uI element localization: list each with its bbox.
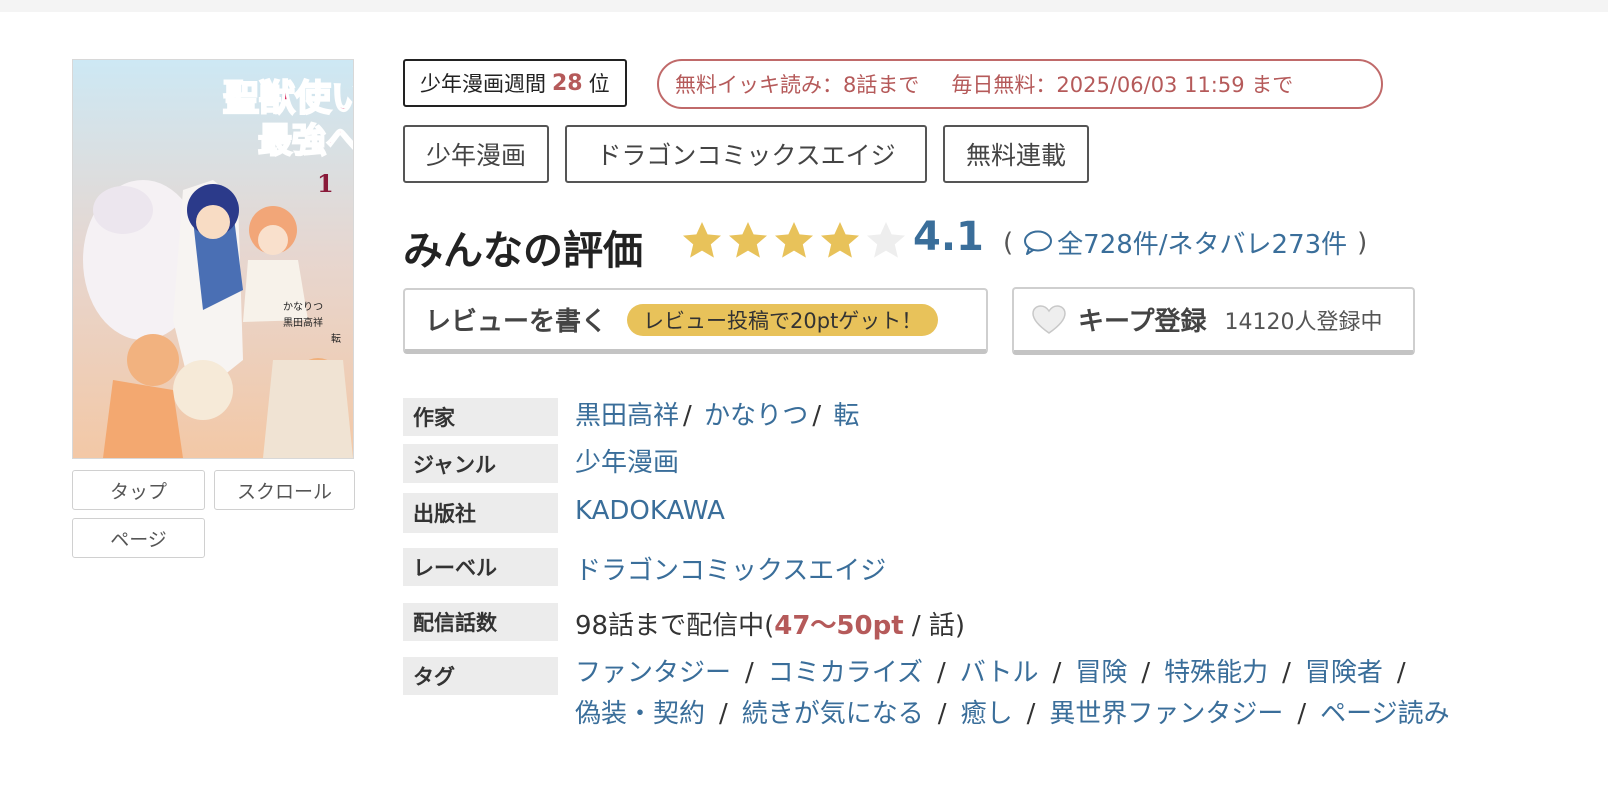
write-review-label: レビューを書く (425, 307, 608, 337)
ranking-suffix: 位 (588, 72, 610, 96)
tag-link[interactable]: 異世界ファンタジー (1049, 699, 1283, 729)
tag-link[interactable]: 冒険 (1075, 658, 1127, 688)
episodes-value: 98話まで配信中(47〜50pt / 話) (575, 605, 965, 642)
publisher-label: 出版社 (403, 493, 558, 533)
star-icon (683, 222, 721, 258)
tap-view-button[interactable]: タップ (72, 470, 205, 510)
review-count-link[interactable]: 全728件/ネタバレ273件 (1057, 224, 1347, 261)
rating-stars (680, 219, 908, 263)
tag-link[interactable]: ページ読み (1320, 699, 1449, 729)
cover-volume: 1 (317, 169, 334, 198)
review-promo-badge: レビュー投稿で20ptゲット！ (627, 303, 939, 336)
tag-link[interactable]: 特殊能力 (1164, 658, 1268, 688)
tags-label: タグ (403, 657, 558, 695)
top-bar (0, 0, 1608, 12)
rating-score: 4.1 (913, 214, 984, 260)
ranking-number: 28 (552, 70, 583, 96)
cover-illustration: 聖獣使い。 最強へ 1 かなりつ 黒田高祥 転 (73, 60, 353, 458)
write-review-button[interactable]: レビューを書く レビュー投稿で20ptゲット！ (403, 288, 988, 354)
author-label: 作家 (403, 398, 558, 436)
page-view-button[interactable]: ページ (72, 518, 205, 558)
episodes-unit: / 話) (911, 611, 966, 641)
cover-author-3: 転 (331, 333, 341, 345)
star-icon (821, 222, 859, 258)
open-paren: ( (1003, 227, 1014, 258)
tag-link[interactable]: 偽装・契約 (575, 699, 705, 729)
close-paren: ) (1357, 227, 1368, 258)
free-reading-badge: 無料イッキ読み：8話まで 毎日無料：2025/06/03 11:59 まで (657, 59, 1383, 109)
review-counts: ( 全728件/ネタバレ273件 ) (993, 224, 1377, 261)
cover-title-main: 聖獣使い。 (223, 78, 353, 119)
episodes-text: 98話まで配信中( (575, 611, 775, 641)
episodes-label: 配信話数 (403, 603, 558, 641)
star-icon (775, 222, 813, 258)
free-binge-text: 無料イッキ読み：8話まで (675, 73, 920, 97)
author-link-3[interactable]: 転 (833, 401, 859, 431)
genre-tag-label[interactable]: ドラゴンコミックスエイジ (565, 125, 927, 183)
publisher-link[interactable]: KADOKAWA (575, 496, 725, 526)
genre-link[interactable]: 少年漫画 (575, 448, 679, 478)
author-link-1[interactable]: 黒田高祥 (575, 401, 679, 431)
tag-link[interactable]: ファンタジー (575, 658, 731, 688)
tag-link[interactable]: 癒し (961, 699, 1013, 729)
daily-free-text: 毎日無料：2025/06/03 11:59 まで (951, 73, 1294, 97)
tags-line-2: 偽装・契約 / 続きが気になる / 癒し / 異世界ファンタジー / ページ読み (575, 699, 1450, 729)
star-icon (867, 222, 905, 258)
ranking-badge[interactable]: 少年漫画週間 28 位 (403, 59, 627, 107)
author-values: 黒田高祥 / かなりつ / 転 (575, 401, 860, 431)
rating-title: みんなの評価 (403, 228, 643, 274)
heart-icon (1032, 304, 1066, 334)
episodes-price: 47〜50pt (774, 611, 904, 641)
label-link[interactable]: ドラゴンコミックスエイジ (575, 556, 886, 586)
keep-button[interactable]: キープ登録 14120人登録中 (1012, 287, 1415, 355)
keep-count: 14120人登録中 (1224, 309, 1383, 335)
tags-line-1: ファンタジー / コミカライズ / バトル / 冒険 / 特殊能力 / 冒険者 / (575, 658, 1406, 688)
publisher-value: KADOKAWA (575, 496, 725, 526)
keep-label: キープ登録 (1078, 307, 1207, 337)
cover-image[interactable]: 聖獣使い。 最強へ 1 かなりつ 黒田高祥 転 (72, 59, 354, 459)
tag-link[interactable]: コミカライズ (768, 658, 923, 688)
scroll-view-button[interactable]: スクロール (214, 470, 355, 510)
cover-author-1: かなりつ (283, 301, 323, 313)
tag-link[interactable]: 冒険者 (1305, 658, 1383, 688)
ranking-prefix: 少年漫画週間 (420, 72, 546, 96)
genre-tag-shonen[interactable]: 少年漫画 (403, 125, 549, 183)
label-value: ドラゴンコミックスエイジ (575, 550, 886, 587)
genre-label: ジャンル (403, 444, 558, 483)
tag-link[interactable]: 続きが気になる (742, 699, 924, 729)
cover-author-2: 黒田高祥 (283, 316, 323, 329)
comment-bubble-icon (1024, 230, 1053, 255)
cover-title-sub: 最強へ (258, 121, 353, 161)
author-link-2[interactable]: かなりつ (704, 401, 808, 431)
label-label: レーベル (403, 548, 558, 586)
tag-link[interactable]: バトル (960, 658, 1039, 688)
star-icon (729, 222, 767, 258)
genre-value: 少年漫画 (575, 442, 679, 479)
genre-tag-free-serial[interactable]: 無料連載 (943, 125, 1089, 183)
